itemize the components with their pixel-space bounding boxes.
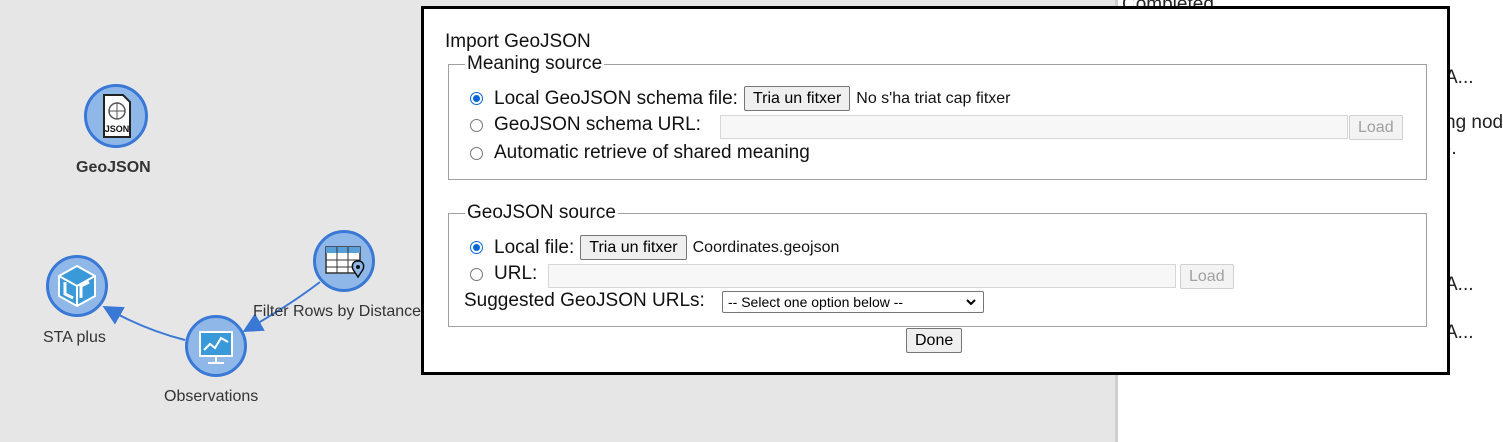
sta-plus-node[interactable] xyxy=(46,255,108,317)
geojson-load-button[interactable]: Load xyxy=(1180,264,1234,289)
meaning-url-input[interactable] xyxy=(720,115,1348,139)
geojson-local-row: Local file: Tria un fitxer Coordinates.g… xyxy=(470,235,839,260)
meaning-load-button[interactable]: Load xyxy=(1349,115,1403,140)
observations-node[interactable] xyxy=(185,315,247,377)
line-chart-monitor-icon xyxy=(199,331,233,364)
geojson-local-label: Local file: xyxy=(494,236,575,258)
table-pin-icon xyxy=(325,246,365,279)
meaning-local-radio[interactable] xyxy=(470,92,483,105)
geojson-source-legend: GeoJSON source xyxy=(467,202,616,223)
node-label-geojson: GeoJSON xyxy=(76,159,151,176)
suggested-urls-selected: -- Select one option below -- xyxy=(728,294,904,310)
meaning-auto-row: Automatic retrieve of shared meaning xyxy=(470,142,810,164)
node-label-sta-plus: STA plus xyxy=(43,329,106,346)
meaning-source-legend: Meaning source xyxy=(467,53,603,74)
suggested-urls-label: Suggested GeoJSON URLs: xyxy=(464,290,705,311)
sta-plus-cube-icon xyxy=(58,264,96,308)
geojson-node[interactable]: JSON xyxy=(84,84,148,148)
node-label-filter-rows: Filter Rows by Distance xyxy=(253,303,422,320)
meaning-auto-label: Automatic retrieve of shared meaning xyxy=(494,142,810,163)
meaning-url-row: GeoJSON schema URL: xyxy=(470,114,701,136)
filter-rows-node[interactable] xyxy=(313,230,375,292)
svg-text:JSON: JSON xyxy=(105,124,130,134)
meaning-local-label: Local GeoJSON schema file: xyxy=(494,87,738,109)
done-button[interactable]: Done xyxy=(906,328,963,353)
edge-observations-to-sta xyxy=(102,306,186,341)
geojson-url-radio[interactable] xyxy=(470,267,483,281)
suggested-urls-select[interactable]: -- Select one option below -- xyxy=(722,291,984,313)
geojson-file-name: Coordinates.geojson xyxy=(692,238,840,256)
import-geojson-dialog: Import GeoJSON Meaning source Local GeoJ… xyxy=(421,6,1450,375)
chevron-down-icon xyxy=(966,299,976,306)
geojson-local-radio[interactable] xyxy=(470,241,483,254)
meaning-choose-file-button[interactable]: Tria un fitxer xyxy=(743,86,851,111)
meaning-file-name: No s'ha triat cap fitxer xyxy=(856,89,1011,107)
geojson-url-input[interactable] xyxy=(548,264,1176,288)
suggested-urls-row: Suggested GeoJSON URLs: xyxy=(464,290,705,312)
dialog-title: Import GeoJSON xyxy=(445,31,591,52)
geojson-file-icon: JSON xyxy=(103,94,131,138)
meaning-local-row: Local GeoJSON schema file: Tria un fitxe… xyxy=(470,86,1011,111)
meaning-url-radio[interactable] xyxy=(470,118,483,132)
geojson-url-row: URL: xyxy=(470,263,537,285)
meaning-url-label: GeoJSON schema URL: xyxy=(494,114,701,135)
meaning-auto-radio[interactable] xyxy=(470,146,483,160)
geojson-choose-file-button[interactable]: Tria un fitxer xyxy=(580,235,687,260)
node-label-observations: Observations xyxy=(164,388,259,405)
geojson-url-label: URL: xyxy=(494,263,538,284)
